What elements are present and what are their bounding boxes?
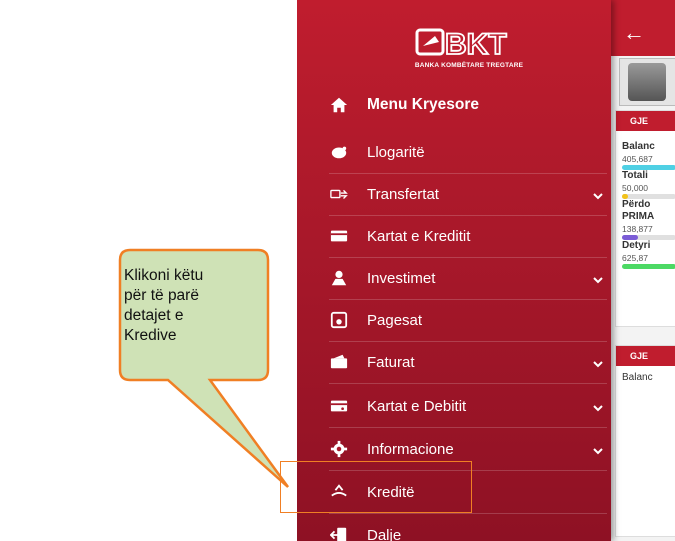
callout-line-2: për të parë	[124, 287, 199, 304]
highlight-box	[280, 461, 472, 513]
callout-line-4: Kredive	[124, 327, 177, 344]
callout-line-3: detajet e	[124, 307, 184, 324]
callout-text: Klikoni këtu për të parë detajet e Kredi…	[124, 266, 264, 346]
callout-line-1: Klikoni këtu	[124, 267, 204, 284]
callout-bubble	[118, 248, 290, 488]
